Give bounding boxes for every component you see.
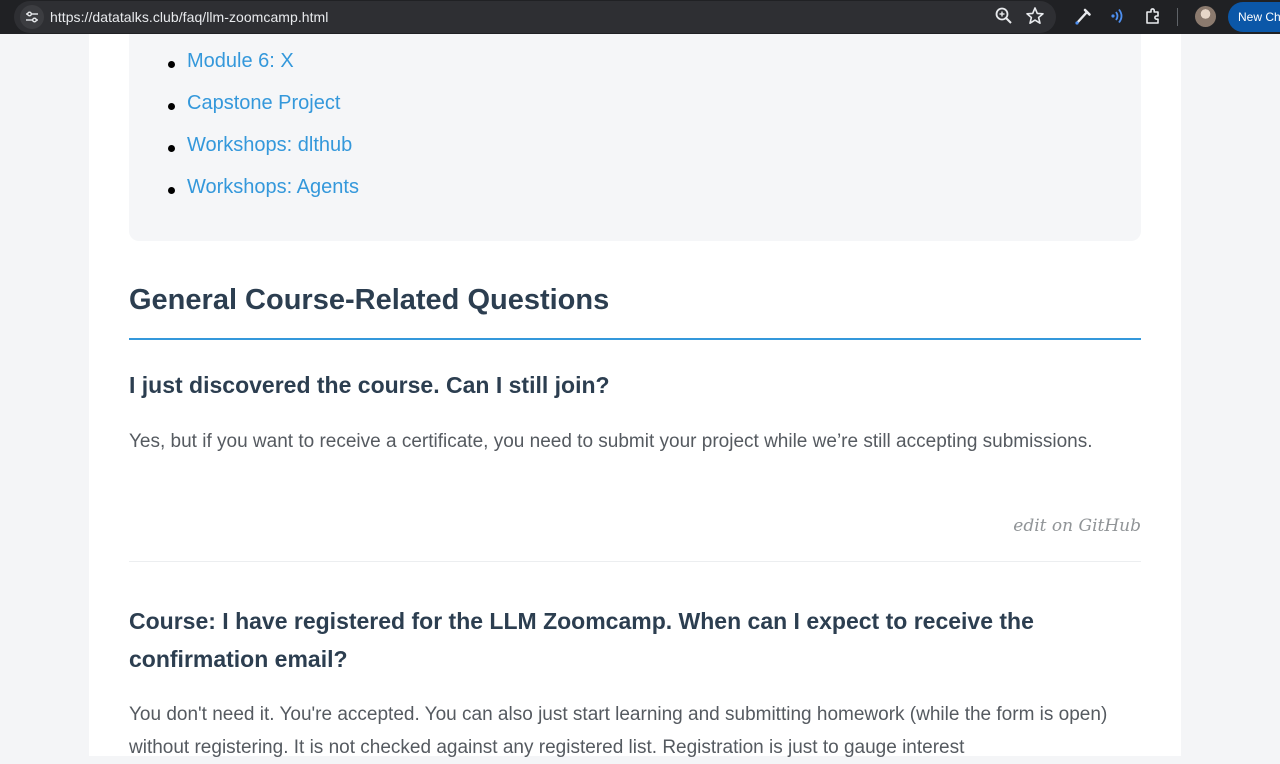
table-of-contents: Module 6: X Capstone Project Workshops: …	[129, 34, 1141, 241]
tune-icon[interactable]	[20, 5, 44, 29]
new-chrome-button[interactable]: New Chr	[1228, 2, 1280, 32]
eyedropper-icon[interactable]	[1073, 6, 1095, 28]
bullet	[168, 61, 175, 68]
avatar[interactable]	[1195, 6, 1216, 27]
url-text[interactable]: https://datatalks.club/faq/llm-zoomcamp.…	[50, 9, 328, 25]
section-divider	[129, 338, 1141, 340]
toc-link-workshops-dlthub[interactable]: Workshops: dlthub	[187, 134, 352, 157]
question-answer: You don't need it. You're accepted. You …	[129, 704, 1108, 758]
toc-link-workshops-agents[interactable]: Workshops: Agents	[187, 176, 359, 199]
address-bar[interactable]: https://datatalks.club/faq/llm-zoomcamp.…	[14, 1, 1056, 33]
zoom-icon[interactable]	[994, 6, 1016, 28]
question-title: Course: I have registered for the LLM Zo…	[129, 608, 1034, 672]
toc-link-capstone-project[interactable]: Capstone Project	[187, 92, 340, 115]
read-aloud-icon[interactable]	[1108, 6, 1130, 28]
browser-toolbar: https://datatalks.club/faq/llm-zoomcamp.…	[0, 0, 1280, 34]
bullet	[168, 187, 175, 194]
edit-on-github-link[interactable]: edit on GitHub	[1013, 516, 1141, 536]
bullet	[168, 103, 175, 110]
toc-link-module-6[interactable]: Module 6: X	[187, 50, 294, 73]
toolbar-separator	[1177, 8, 1178, 26]
puzzle-icon[interactable]	[1143, 6, 1165, 28]
bullet	[168, 145, 175, 152]
question-divider	[129, 561, 1141, 562]
question-answer: Yes, but if you want to receive a certif…	[129, 431, 1093, 452]
section-title: General Course-Related Questions	[129, 284, 610, 316]
star-icon[interactable]	[1025, 6, 1047, 28]
question-title: I just discovered the course. Can I stil…	[129, 372, 610, 398]
page-content: Module 6: X Capstone Project Workshops: …	[89, 34, 1181, 758]
